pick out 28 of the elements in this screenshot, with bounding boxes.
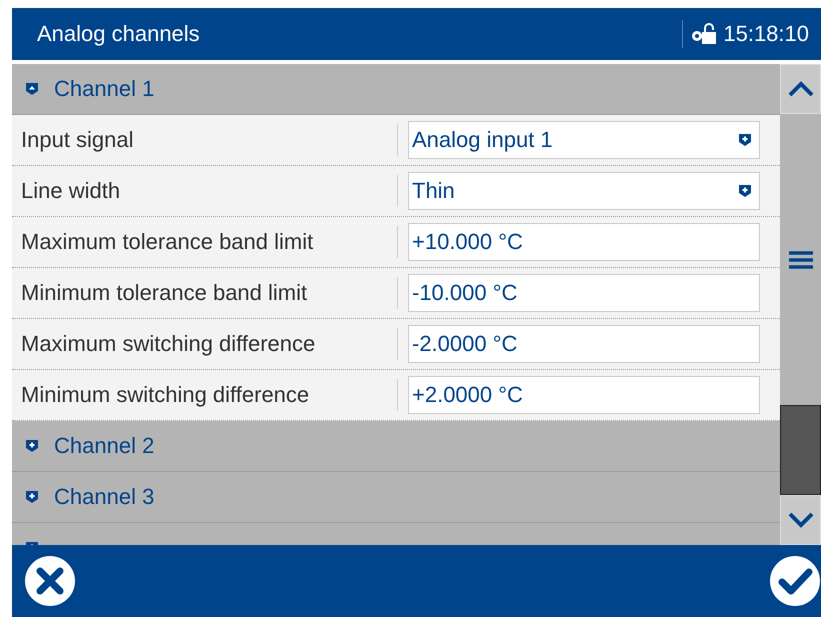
input-field[interactable]: -10.000 °C xyxy=(408,274,760,312)
channel-title: Channel 3 xyxy=(54,484,154,510)
setting-label: Input signal xyxy=(20,127,135,153)
scroll-up-button[interactable] xyxy=(780,64,821,114)
confirm-button[interactable] xyxy=(769,555,821,607)
scroll-thumb[interactable] xyxy=(780,405,821,495)
cancel-button[interactable] xyxy=(24,555,76,607)
key-lock-icon xyxy=(691,22,718,46)
clock-time: 15:18:10 xyxy=(723,21,809,47)
chevron-down-icon xyxy=(788,512,814,528)
setting-label: Maximum switching difference xyxy=(20,331,316,357)
setting-label: Minimum switching difference xyxy=(20,382,310,408)
channel-title: Channel 2 xyxy=(54,433,154,459)
dropdown-icon xyxy=(739,134,751,146)
window-title: Analog channels xyxy=(37,21,201,47)
dropdown-icon xyxy=(739,185,751,197)
scroll-down-button[interactable] xyxy=(780,495,821,545)
setting-label: Minimum tolerance band limit xyxy=(20,280,308,306)
input-field[interactable]: +2.0000 °C xyxy=(408,376,760,414)
dropdown-field[interactable]: Thin xyxy=(408,172,760,210)
setting-label: Line width xyxy=(20,178,122,204)
input-field[interactable]: +10.000 °C xyxy=(408,223,760,261)
menu-icon xyxy=(788,250,812,268)
dropdown-field[interactable]: Analog input 1 xyxy=(408,121,760,159)
setting-label: Maximum tolerance band limit xyxy=(20,229,314,255)
channel-title: Channel 1 xyxy=(54,76,154,102)
input-field[interactable]: -2.0000 °C xyxy=(408,325,760,363)
chevron-up-icon xyxy=(788,81,814,97)
